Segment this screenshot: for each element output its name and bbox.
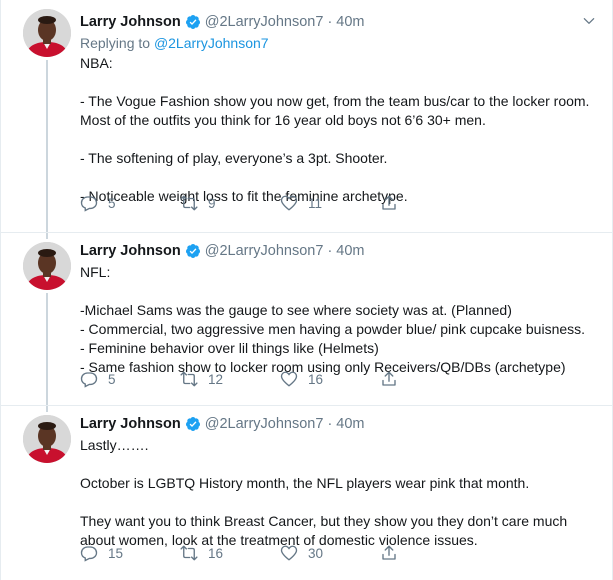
share-button[interactable] (380, 194, 480, 212)
like-icon (280, 545, 298, 561)
retweet-count: 12 (208, 371, 224, 387)
reply-button[interactable]: 5 (80, 370, 180, 388)
share-button[interactable] (380, 544, 480, 562)
retweet-count: 16 (208, 545, 224, 561)
like-button[interactable]: 30 (280, 544, 380, 562)
like-count: 30 (308, 545, 324, 561)
thread-connector (46, 60, 48, 232)
reply-icon (80, 546, 98, 562)
tweet-actions: 5 9 11 (80, 194, 480, 212)
avatar[interactable] (23, 242, 71, 290)
retweet-button[interactable]: 16 (180, 544, 280, 562)
reply-button[interactable]: 5 (80, 194, 180, 212)
reply-icon (80, 372, 98, 388)
tweet-thread: Larry Johnson @2LarryJohnson7 · 40m Repl… (0, 0, 613, 580)
tweet-3[interactable]: Larry Johnson @2LarryJohnson7 · 40m Last… (1, 405, 612, 580)
tweet-actions: 5 12 16 (80, 370, 480, 388)
thread-connector (46, 233, 48, 239)
like-count: 11 (308, 195, 323, 211)
like-count: 16 (308, 371, 324, 387)
thread-connector (46, 293, 48, 405)
retweet-button[interactable]: 12 (180, 370, 280, 388)
reply-count: 5 (108, 371, 116, 387)
like-button[interactable]: 11 (280, 194, 380, 212)
share-button[interactable] (380, 370, 480, 388)
like-icon (280, 195, 298, 211)
tweet-1[interactable]: Larry Johnson @2LarryJohnson7 · 40m Repl… (1, 0, 612, 232)
retweet-count: 9 (208, 195, 216, 211)
avatar[interactable] (23, 9, 71, 57)
retweet-icon (180, 545, 198, 561)
share-icon (382, 195, 396, 210)
like-button[interactable]: 16 (280, 370, 380, 388)
share-icon (382, 371, 396, 386)
retweet-button[interactable]: 9 (180, 194, 280, 212)
reply-icon (80, 196, 98, 212)
reply-count: 15 (108, 545, 124, 561)
tweet-actions: 15 16 30 (80, 544, 480, 562)
thread-connector (46, 406, 48, 412)
reply-button[interactable]: 15 (80, 544, 180, 562)
share-icon (382, 545, 396, 560)
like-icon (280, 371, 298, 387)
tweet-2[interactable]: Larry Johnson @2LarryJohnson7 · 40m NFL:… (1, 232, 612, 405)
reply-count: 5 (108, 195, 116, 211)
tweet-actions-area: 15 16 30 (80, 406, 598, 580)
avatar[interactable] (23, 415, 71, 463)
retweet-icon (180, 371, 198, 387)
retweet-icon (180, 195, 198, 211)
tweet-actions-area: 5 12 16 (80, 233, 598, 405)
tweet-actions-area: 5 9 11 (80, 0, 598, 232)
